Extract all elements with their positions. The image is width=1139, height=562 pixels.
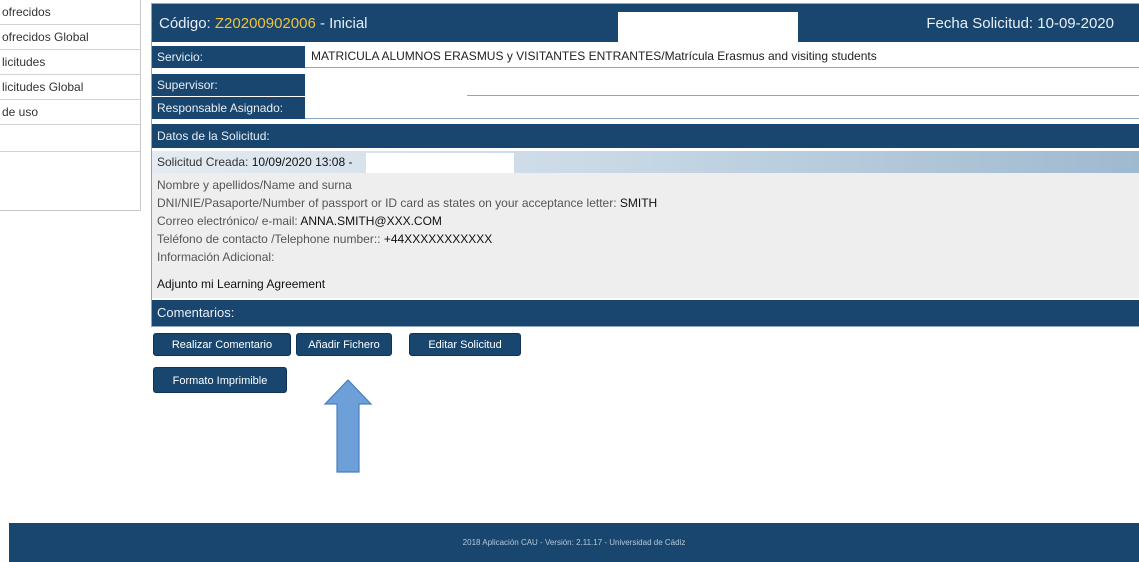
created-label: Solicitud Creada:	[157, 155, 252, 169]
sidebar-item-empty	[0, 125, 140, 152]
email-value: ANNA.SMITH@XXX.COM	[300, 214, 442, 228]
info-line: Información Adicional:	[157, 250, 274, 264]
name-line: Nombre y apellidos/Name and surna	[157, 178, 352, 192]
responsable-value	[305, 89, 1139, 119]
request-code: Código: Z20200902006 - Inicial	[159, 15, 368, 32]
sidebar-item-ofrecidos-global[interactable]: ofrecidos Global	[0, 25, 140, 50]
code-value: Z20200902006	[214, 15, 316, 32]
footer: 2018 Aplicación CAU - Versión: 2.11.17 -…	[9, 523, 1139, 562]
dni-line: DNI/NIE/Pasaporte/Number of passport or …	[157, 196, 657, 210]
email-label: Correo electrónico/ e-mail:	[157, 214, 301, 228]
editar-solicitud-button[interactable]: Editar Solicitud	[409, 333, 521, 356]
responsable-row: Responsable Asignado:	[152, 89, 1139, 119]
request-date: Fecha Solicitud: 10-09-2020	[926, 15, 1114, 32]
dni-label: DNI/NIE/Pasaporte/Number of passport or …	[157, 196, 620, 210]
status-label: - Inicial	[315, 15, 368, 32]
email-line: Correo electrónico/ e-mail: ANNA.SMITH@X…	[157, 214, 442, 228]
phone-line: Teléfono de contacto /Telephone number::…	[157, 232, 492, 246]
created-bar: Solicitud Creada: 10/09/2020 13:08 -	[152, 151, 1139, 187]
datos-section-title: Datos de la Solicitud:	[152, 124, 1139, 148]
phone-label: Teléfono de contacto /Telephone number::	[157, 232, 384, 246]
phone-value: +44XXXXXXXXXXX	[383, 232, 493, 246]
supervisor-label: Supervisor:	[152, 74, 305, 96]
servicio-value: MATRICULA ALUMNOS ERASMUS y VISITANTES E…	[305, 46, 1139, 68]
name-label: Nombre y apellidos/Name and surna	[157, 178, 352, 192]
comentarios-section-title: Comentarios:	[152, 300, 1139, 326]
request-details: Nombre y apellidos/Name and surna DNI/NI…	[152, 173, 1139, 298]
info-value: Adjunto mi Learning Agreement	[157, 277, 326, 291]
sidebar-item-manual-de-uso[interactable]: de uso	[0, 100, 140, 125]
up-arrow-icon	[323, 379, 373, 473]
supervisor-row: Supervisor:	[152, 71, 1139, 99]
realizar-comentario-button[interactable]: Realizar Comentario	[153, 333, 291, 356]
dni-value: SMITH	[619, 196, 658, 210]
anadir-fichero-button[interactable]: Añadir Fichero	[296, 333, 392, 356]
redacted-box	[305, 89, 467, 116]
info-label: Información Adicional:	[157, 250, 275, 264]
request-header: Código: Z20200902006 - Inicial Fecha Sol…	[152, 4, 1139, 44]
responsable-label: Responsable Asignado:	[152, 97, 305, 119]
sidebar-item-ofrecidos[interactable]: ofrecidos	[0, 0, 140, 25]
servicio-label: Servicio:	[152, 46, 305, 68]
servicio-row: Servicio: MATRICULA ALUMNOS ERASMUS y VI…	[152, 46, 1139, 68]
sidebar-item-solicitudes-global[interactable]: licitudes Global	[0, 75, 140, 100]
redacted-box	[618, 12, 798, 44]
created-value: 10/09/2020 13:08 -	[251, 155, 353, 169]
sidebar-item-solicitudes[interactable]: licitudes	[0, 50, 140, 75]
formato-imprimible-button[interactable]: Formato Imprimible	[153, 367, 287, 393]
code-label: Código:	[159, 15, 215, 32]
sidebar-menu: ofrecidos ofrecidos Global licitudes lic…	[0, 0, 141, 211]
